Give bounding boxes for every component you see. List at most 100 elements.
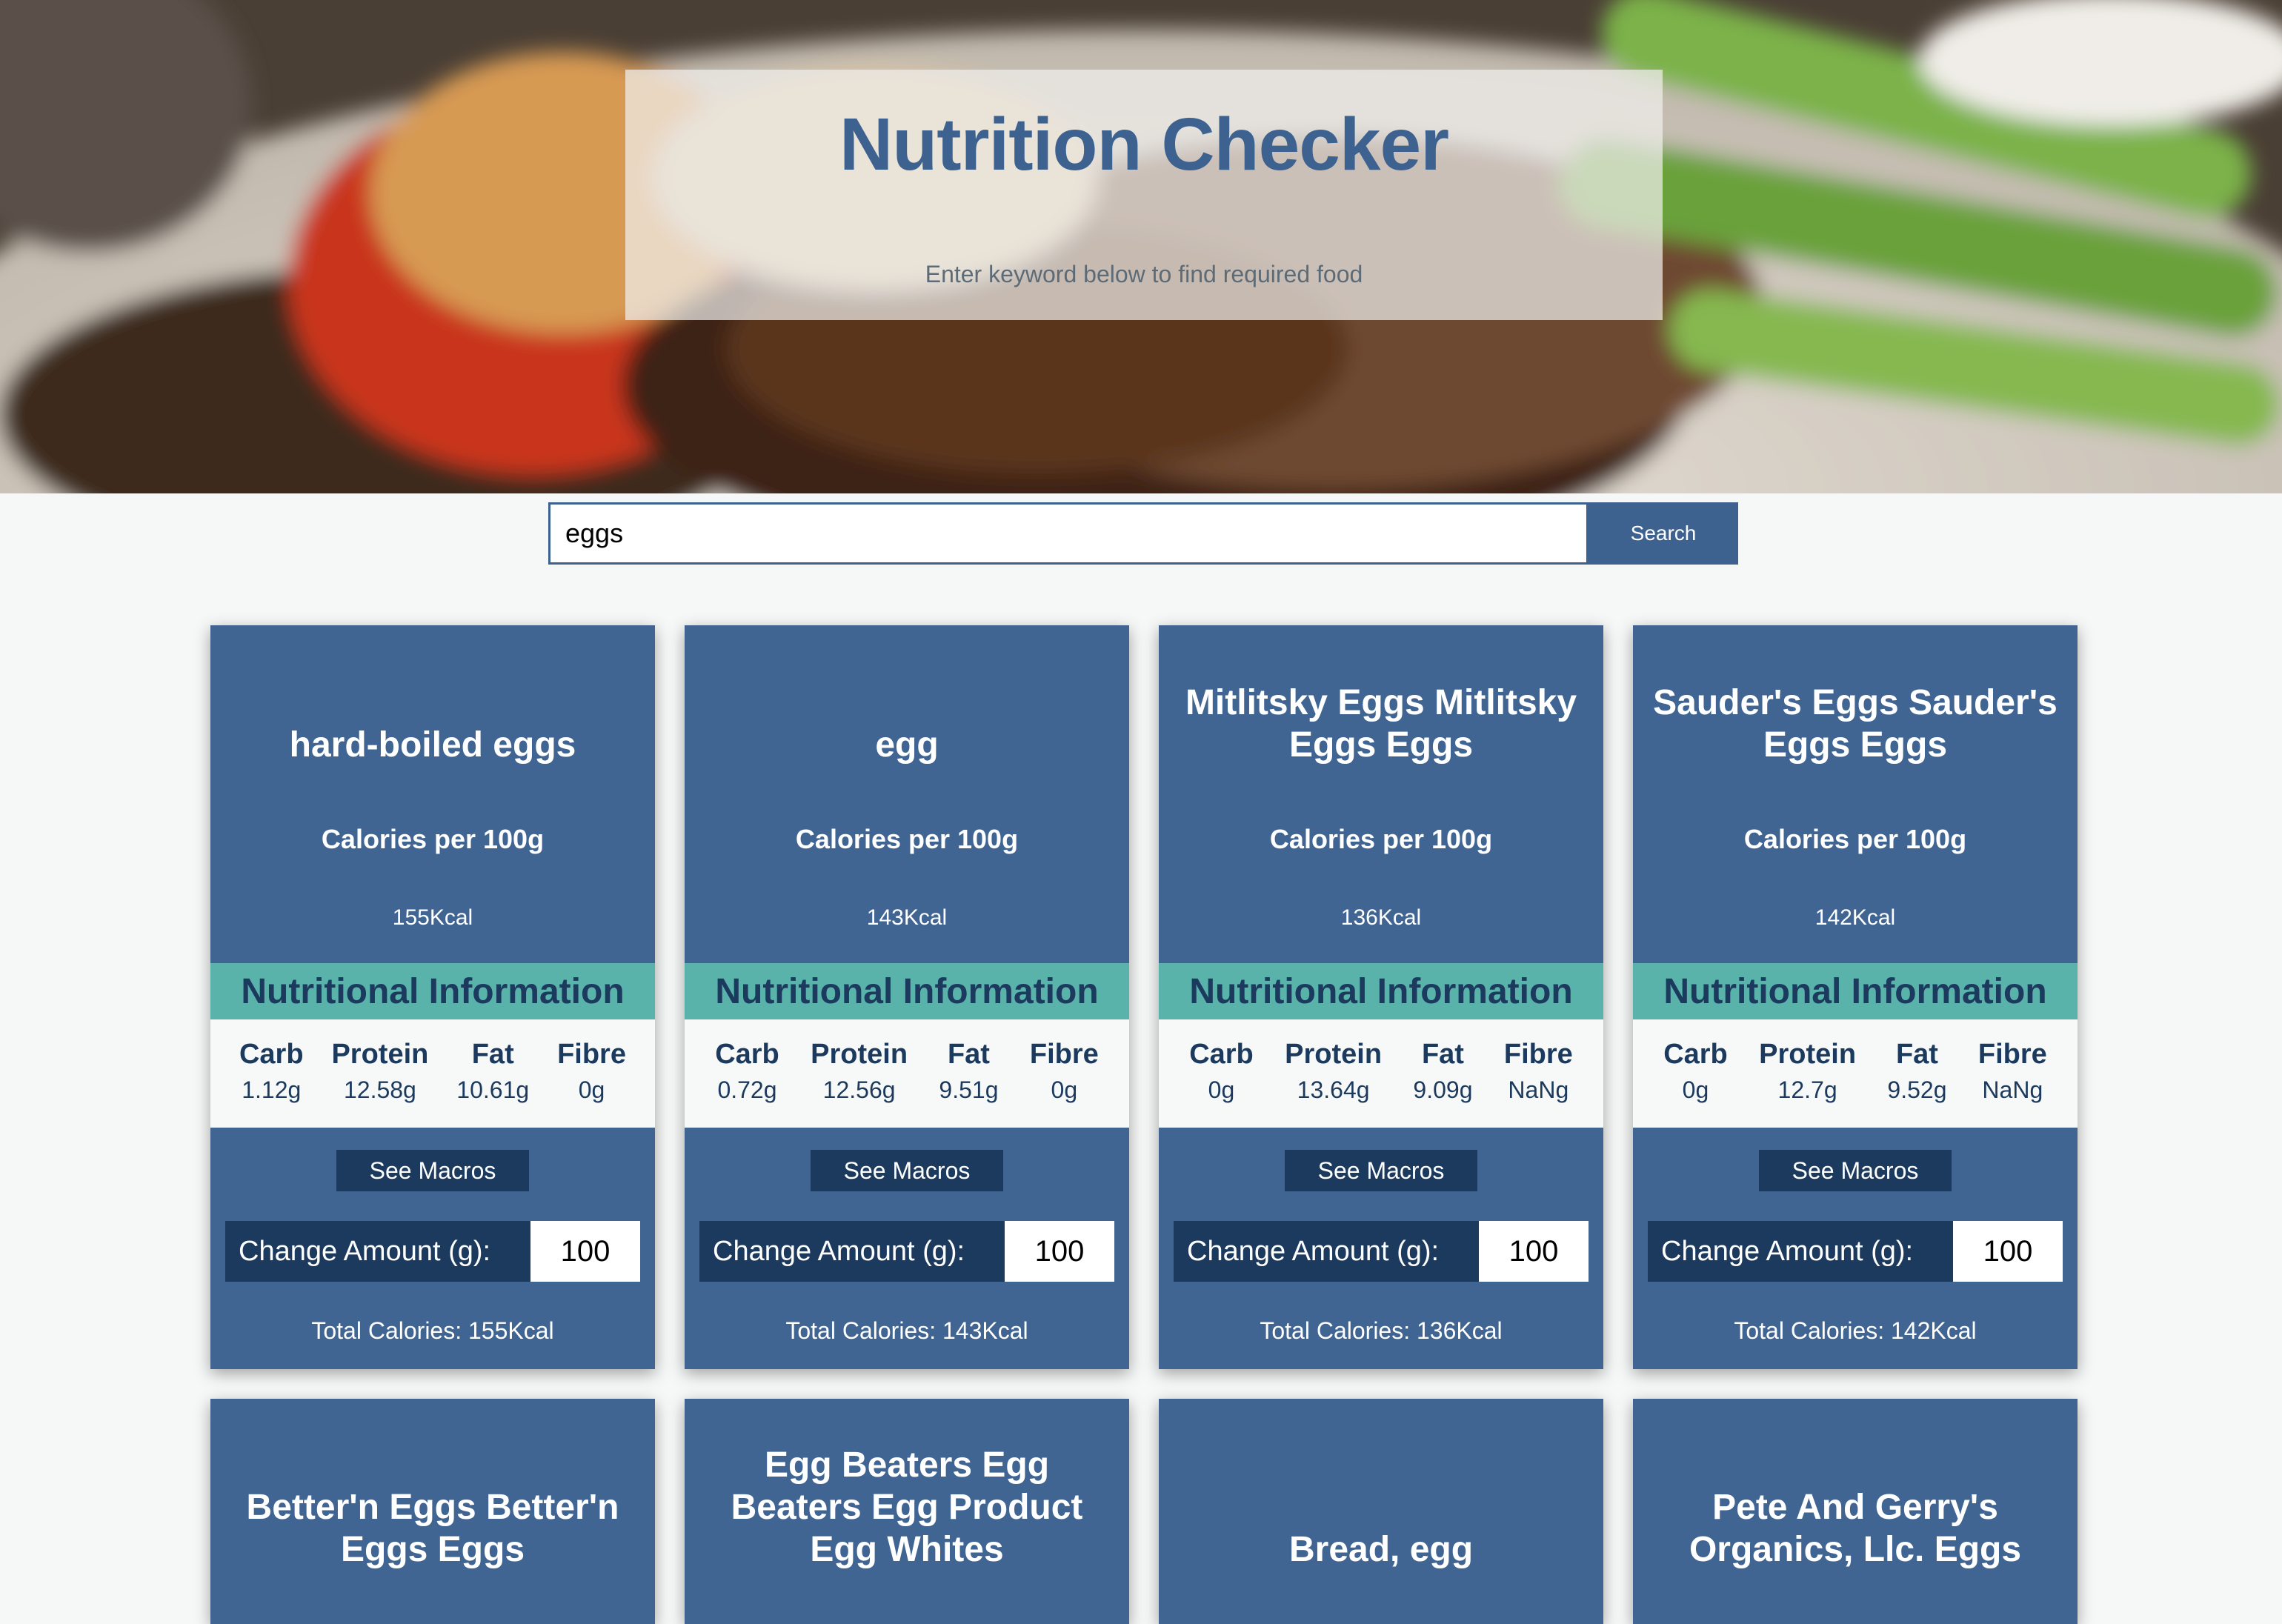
nutrient-fibre: Fibre 0g — [557, 1019, 626, 1128]
nutrient-protein: Protein 12.7g — [1759, 1019, 1856, 1128]
nutrition-grid: Carb 0g Protein 12.7g Fat 9.52g Fibre NaNg — [1633, 1019, 2078, 1128]
nutrient-value: 12.7g — [1777, 1076, 1837, 1103]
nutrient-fibre: Fibre 0g — [1030, 1019, 1099, 1128]
calories-label: Calories per 100g — [795, 824, 1019, 854]
nutrient-fat: Fat 9.52g — [1887, 1019, 1946, 1128]
nutrition-grid: Carb 0.72g Protein 12.56g Fat 9.51g Fibre 0g — [685, 1019, 1129, 1128]
nutrient-value: 12.56g — [822, 1076, 896, 1103]
calories-value: 142Kcal — [1814, 905, 1896, 930]
nutrient-protein: Protein 12.56g — [811, 1019, 908, 1128]
nutrient-value: 10.61g — [456, 1076, 530, 1103]
food-name: egg — [875, 725, 939, 765]
nutrient-value: 1.12g — [242, 1076, 302, 1103]
food-name: Bread, egg — [1288, 1530, 1474, 1569]
food-card: hard-boiled eggs Calories per 100g 155Kc… — [210, 625, 655, 1369]
nutritional-info-header: Nutritional Information — [210, 963, 655, 1019]
nutrient-value: 13.64g — [1297, 1076, 1370, 1103]
nutrient-label: Fibre — [557, 1039, 626, 1070]
nutrient-protein: Protein 13.64g — [1285, 1019, 1382, 1128]
food-name: Egg Beaters Egg Beaters Egg Product Egg … — [731, 1445, 1083, 1569]
nutrient-fat: Fat 9.09g — [1413, 1019, 1472, 1128]
amount-input[interactable] — [530, 1221, 640, 1282]
calories-label: Calories per 100g — [321, 824, 545, 854]
nutrient-carb: Carb 0g — [1189, 1019, 1254, 1128]
nutrient-label: Carb — [1663, 1039, 1728, 1070]
nutrient-label: Protein — [331, 1039, 429, 1070]
nutrient-value: NaNg — [1982, 1076, 2043, 1103]
nutrient-value: 9.09g — [1413, 1076, 1473, 1103]
change-amount-label: Change Amount (g): — [225, 1221, 530, 1282]
total-calories: Total Calories: 143Kcal — [785, 1317, 1028, 1344]
see-macros-button[interactable]: See Macros — [336, 1150, 529, 1191]
change-amount-row: Change Amount (g): — [225, 1221, 640, 1282]
page-title: Nutrition Checker — [839, 103, 1449, 186]
title-panel: Nutrition Checker Enter keyword below to… — [625, 70, 1663, 320]
nutrient-label: Protein — [811, 1039, 908, 1070]
nutrient-value: NaNg — [1508, 1076, 1569, 1103]
total-calories: Total Calories: 136Kcal — [1260, 1317, 1503, 1344]
food-card: egg Calories per 100g 143Kcal Nutritiona… — [685, 625, 1129, 1369]
nutrient-fibre: Fibre NaNg — [1504, 1019, 1573, 1128]
nutritional-info-header: Nutritional Information — [685, 963, 1129, 1019]
nutrient-protein: Protein 12.58g — [331, 1019, 428, 1128]
food-card: Sauder's Eggs Sauder's Eggs Eggs Calorie… — [1633, 625, 2078, 1369]
nutrient-fat: Fat 9.51g — [939, 1019, 998, 1128]
see-macros-button[interactable]: See Macros — [1759, 1150, 1952, 1191]
nutrient-value: 0g — [578, 1076, 605, 1103]
nutrient-value: 9.51g — [939, 1076, 999, 1103]
nutrient-label: Fat — [947, 1039, 990, 1070]
search-input[interactable] — [548, 502, 1589, 565]
nutritional-info-header: Nutritional Information — [1159, 963, 1603, 1019]
nutrient-value: 0g — [1051, 1076, 1078, 1103]
calories-label: Calories per 100g — [1269, 824, 1493, 854]
food-name: Pete And Gerry's Organics, Llc. Eggs — [1689, 1488, 2022, 1569]
nutrient-label: Fibre — [1029, 1039, 1099, 1070]
change-amount-row: Change Amount (g): — [1174, 1221, 1589, 1282]
food-name: Sauder's Eggs Sauder's Eggs Eggs — [1653, 683, 2058, 765]
change-amount-row: Change Amount (g): — [1648, 1221, 2063, 1282]
food-name: hard-boiled eggs — [289, 725, 576, 765]
see-macros-button[interactable]: See Macros — [1285, 1150, 1477, 1191]
amount-input[interactable] — [1005, 1221, 1114, 1282]
nutrient-label: Carb — [239, 1039, 304, 1070]
calories-value: 143Kcal — [866, 905, 948, 930]
nutrient-value: 0.72g — [717, 1076, 777, 1103]
nutrient-label: Fibre — [1503, 1039, 1573, 1070]
nutrient-carb: Carb 1.12g — [239, 1019, 304, 1128]
nutrient-fibre: Fibre NaNg — [1978, 1019, 2047, 1128]
nutrient-value: 0g — [1208, 1076, 1235, 1103]
food-name: Better'n Eggs Better'n Eggs Eggs — [246, 1488, 619, 1569]
search-button[interactable]: Search — [1589, 502, 1738, 565]
nutritional-info-header: Nutritional Information — [1633, 963, 2078, 1019]
nutrition-grid: Carb 0g Protein 13.64g Fat 9.09g Fibre NaNg — [1159, 1019, 1603, 1128]
food-card: Egg Beaters Egg Beaters Egg Product Egg … — [685, 1399, 1129, 1624]
nutrient-value: 0g — [1682, 1076, 1709, 1103]
change-amount-row: Change Amount (g): — [699, 1221, 1114, 1282]
food-name: Mitlitsky Eggs Mitlitsky Eggs Eggs — [1185, 683, 1577, 765]
change-amount-label: Change Amount (g): — [1174, 1221, 1479, 1282]
change-amount-label: Change Amount (g): — [699, 1221, 1005, 1282]
total-calories: Total Calories: 155Kcal — [311, 1317, 554, 1344]
nutrition-grid: Carb 1.12g Protein 12.58g Fat 10.61g Fibre 0… — [210, 1019, 655, 1128]
nutrient-carb: Carb 0.72g — [715, 1019, 779, 1128]
nutrient-label: Protein — [1285, 1039, 1383, 1070]
total-calories: Total Calories: 142Kcal — [1734, 1317, 1977, 1344]
nutrient-label: Fat — [1895, 1039, 1938, 1070]
change-amount-label: Change Amount (g): — [1648, 1221, 1953, 1282]
nutrient-value: 12.58g — [343, 1076, 416, 1103]
see-macros-button[interactable]: See Macros — [811, 1150, 1003, 1191]
calories-value: 136Kcal — [1340, 905, 1422, 930]
nutrient-label: Fat — [1421, 1039, 1464, 1070]
food-card: Bread, egg — [1159, 1399, 1603, 1624]
nutrient-label: Carb — [715, 1039, 779, 1070]
nutrient-carb: Carb 0g — [1663, 1019, 1728, 1128]
food-card: Mitlitsky Eggs Mitlitsky Eggs Eggs Calor… — [1159, 625, 1603, 1369]
food-card: Pete And Gerry's Organics, Llc. Eggs — [1633, 1399, 2078, 1624]
nutrient-label: Protein — [1759, 1039, 1857, 1070]
hero-banner: Nutrition Checker Enter keyword below to… — [0, 0, 2282, 493]
food-card: Better'n Eggs Better'n Eggs Eggs — [210, 1399, 655, 1624]
amount-input[interactable] — [1479, 1221, 1589, 1282]
nutrient-label: Fibre — [1977, 1039, 2047, 1070]
amount-input[interactable] — [1953, 1221, 2063, 1282]
calories-label: Calories per 100g — [1743, 824, 1967, 854]
